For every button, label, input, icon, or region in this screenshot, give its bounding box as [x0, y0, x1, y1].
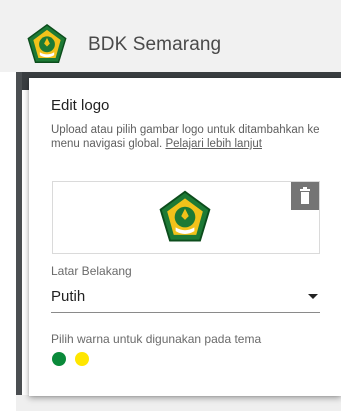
- background-label: Latar Belakang: [51, 264, 132, 278]
- delete-logo-button[interactable]: [291, 182, 319, 210]
- trash-icon: [300, 187, 310, 204]
- theme-color-green-swatch[interactable]: [52, 352, 66, 366]
- dropdown-arrow-icon: [308, 294, 318, 299]
- header-bar: BDK Semarang: [0, 0, 341, 72]
- background-select-value: Putih: [51, 288, 86, 305]
- dialog-description: Upload atau pilih gambar logo untuk dita…: [51, 123, 323, 151]
- site-logo-emblem-icon[interactable]: [24, 22, 70, 68]
- dialog-title: Edit logo: [51, 97, 110, 114]
- page-background-edge: [16, 72, 22, 411]
- page-footer-strip: [16, 395, 341, 411]
- background-select[interactable]: Putih: [51, 282, 320, 313]
- learn-more-link[interactable]: Pelajari lebih lanjut: [165, 138, 262, 150]
- theme-color-yellow-swatch[interactable]: [75, 352, 89, 366]
- site-title[interactable]: BDK Semarang: [88, 34, 221, 56]
- logo-preview-box[interactable]: [52, 181, 320, 254]
- logo-preview-emblem-icon: [159, 190, 211, 242]
- edit-logo-dialog: Edit logo Upload atau pilih gambar logo …: [29, 78, 341, 396]
- theme-color-label: Pilih warna untuk digunakan pada tema: [51, 332, 262, 346]
